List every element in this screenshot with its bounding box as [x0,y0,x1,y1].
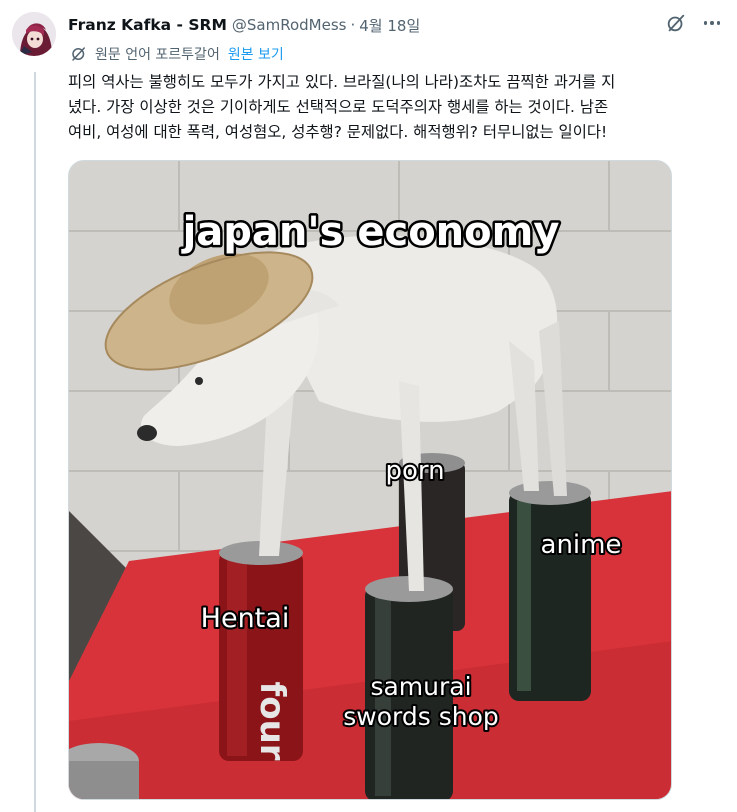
can-label-text: four [252,681,292,760]
label-porn: porn [385,456,444,486]
can-anime [509,481,591,701]
translation-label: 원문 언어 포르투갈어 [95,47,220,63]
grok-icon[interactable] [665,12,687,34]
post-text-line: 여비, 여성에 대한 폭력, 여성혐오, 성추행? 문제없다. 해적행위? 터무… [68,123,608,141]
translation-notice: 원문 언어 포르투갈어 원본 보기 [70,43,284,65]
label-samurai-line1: samurai [370,672,471,701]
author-display-name[interactable]: Franz Kafka - SRM [68,16,227,34]
can-hentai: four [219,541,303,761]
show-original-link[interactable]: 원본 보기 [228,44,284,64]
translate-icon [72,47,85,61]
post-media-image[interactable]: four japan's economy porn anime Hentai s… [68,160,672,800]
more-options-icon[interactable] [701,12,723,34]
label-japans-economy: japan's economy [181,209,560,255]
author-handle[interactable]: @SamRodMess [232,16,347,34]
post-text-line: 녔다. 가장 이상한 것은 기이하게도 선택적으로 도덕주의자 행세를 하는 것… [68,98,609,116]
label-anime: anime [541,530,622,560]
label-samurai-line2: swords shop [343,702,498,731]
post-header: Franz Kafka - SRM @SamRodMess · 4월 18일 [68,12,420,38]
meme-image: four japan's economy porn anime Hentai s… [69,161,671,799]
label-hentai: Hentai [201,603,290,634]
post-text-line: 피의 역사는 불행히도 모두가 가지고 있다. 브라질(나의 나라)조차도 끔찍… [68,73,616,91]
post-date[interactable]: 4월 18일 [359,15,420,36]
post-text: 피의 역사는 불행히도 모두가 가지고 있다. 브라질(나의 나라)조차도 끔찍… [68,70,718,145]
thread-line [34,72,36,812]
can-bottom-left [69,743,139,799]
header-separator: · [350,16,356,34]
anime-avatar-icon [12,12,56,56]
avatar[interactable] [12,12,56,56]
header-actions [665,12,723,34]
